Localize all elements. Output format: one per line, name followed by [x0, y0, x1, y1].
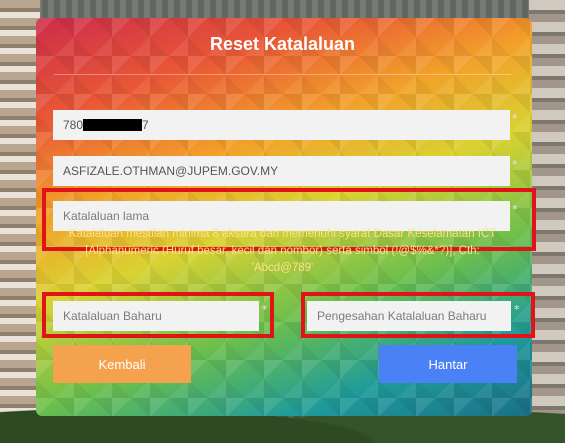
id-number-suffix: 7 — [142, 118, 149, 132]
required-marker: * — [514, 303, 520, 316]
required-marker: * — [262, 303, 268, 316]
required-marker: * — [512, 158, 518, 171]
required-marker: * — [512, 203, 518, 216]
background-building-left — [0, 0, 40, 443]
password-requirements-note: Katalaluan mestilah minima 8 aksara dan … — [68, 228, 497, 274]
required-marker: * — [512, 112, 518, 125]
confirm-password-input[interactable]: Pengesahan Katalaluan Baharu — [307, 301, 511, 331]
redaction-block — [83, 119, 143, 131]
id-number-prefix: 780 — [63, 118, 84, 132]
email-field[interactable]: ASFIZALE.OTHMAN@JUPEM.GOV.MY — [53, 156, 510, 186]
id-number-field[interactable]: 780 7 — [53, 110, 510, 140]
back-button[interactable]: Kembali — [53, 345, 191, 383]
page-title: Reset Katalaluan — [209, 34, 356, 54]
title-divider — [54, 74, 511, 75]
submit-button[interactable]: Hantar — [379, 345, 517, 383]
new-password-input[interactable]: Katalaluan Baharu — [53, 301, 259, 331]
